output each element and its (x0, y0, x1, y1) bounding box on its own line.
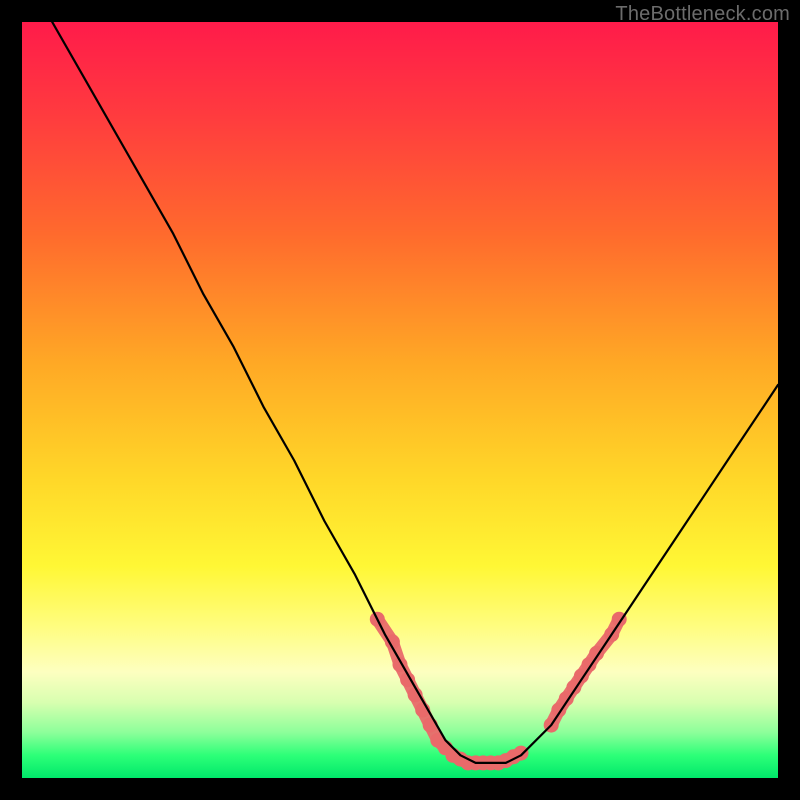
chart-frame: TheBottleneck.com (0, 0, 800, 800)
highlight-layer (370, 612, 627, 771)
watermark-text: TheBottleneck.com (615, 3, 790, 26)
bottleneck-curve (52, 22, 778, 763)
highlight-dot (423, 718, 438, 733)
chart-svg (22, 22, 778, 778)
plot-area (22, 22, 778, 778)
